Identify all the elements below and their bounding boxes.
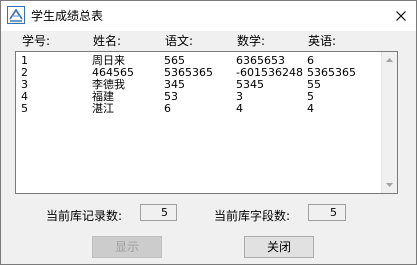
- column-header-name: 姓名:: [93, 34, 122, 48]
- cell-english: 55: [307, 78, 321, 91]
- column-header-id: 学号:: [22, 34, 51, 48]
- scroll-down-button[interactable]: [382, 177, 397, 193]
- cell-math: 5345: [236, 78, 264, 91]
- cell-name: 464565: [92, 66, 134, 79]
- cell-english: 5: [307, 90, 314, 103]
- app-icon: [7, 6, 25, 24]
- score-listbox[interactable]: 1 周日来 565 6365653 6 2 464565 5365365 -60…: [15, 51, 398, 194]
- cell-name: 周日来: [92, 54, 125, 67]
- cell-chinese: 345: [164, 78, 185, 91]
- chevron-up-icon: [386, 58, 393, 62]
- cell-english: 5365365: [307, 66, 356, 79]
- cell-id: 1: [21, 54, 28, 67]
- column-header-chinese: 语文:: [165, 34, 194, 48]
- cell-math: 3: [236, 90, 243, 103]
- close-icon: [396, 11, 406, 21]
- cell-id: 4: [21, 90, 28, 103]
- cell-id: 3: [21, 78, 28, 91]
- column-header-math: 数学:: [237, 34, 266, 48]
- list-item[interactable]: 5 湛江 6 4 4: [16, 103, 382, 114]
- record-count-value: 5: [140, 204, 177, 221]
- list-item[interactable]: 2 464565 5365365 -601536248 5365365: [16, 67, 382, 78]
- window-title: 学生成绩总表: [31, 9, 104, 23]
- record-count-label: 当前库记录数:: [46, 209, 123, 223]
- cell-chinese: 53: [164, 90, 178, 103]
- close-button[interactable]: 关闭: [244, 236, 314, 258]
- cell-id: 5: [21, 102, 28, 115]
- cell-name: 福建: [92, 90, 114, 103]
- vertical-scrollbar[interactable]: [381, 52, 397, 193]
- cell-chinese: 565: [164, 54, 185, 67]
- close-window-button[interactable]: [386, 1, 416, 31]
- cell-math: 6365653: [236, 54, 285, 67]
- cell-english: 4: [307, 102, 314, 115]
- cell-math: 4: [236, 102, 243, 115]
- score-table-dialog: 学生成绩总表 学号: 姓名: 语文: 数学: 英语: 1 周日来 565 636…: [0, 0, 417, 265]
- list-item[interactable]: 1 周日来 565 6365653 6: [16, 55, 382, 66]
- field-count-value: 5: [308, 204, 346, 221]
- cell-id: 2: [21, 66, 28, 79]
- chevron-down-icon: [386, 183, 393, 187]
- cell-chinese: 6: [164, 102, 171, 115]
- title-bar: 学生成绩总表: [1, 1, 416, 31]
- show-button[interactable]: 显示: [92, 236, 162, 258]
- list-item[interactable]: 3 李德我 345 5345 55: [16, 79, 382, 90]
- cell-name: 李德我: [92, 78, 125, 91]
- column-header-english: 英语:: [308, 34, 337, 48]
- scroll-up-button[interactable]: [382, 52, 397, 68]
- cell-math: -601536248: [236, 66, 303, 79]
- cell-name: 湛江: [92, 102, 114, 115]
- list-item[interactable]: 4 福建 53 3 5: [16, 91, 382, 102]
- field-count-label: 当前库字段数:: [214, 209, 291, 223]
- cell-english: 6: [307, 54, 314, 67]
- cell-chinese: 5365365: [164, 66, 213, 79]
